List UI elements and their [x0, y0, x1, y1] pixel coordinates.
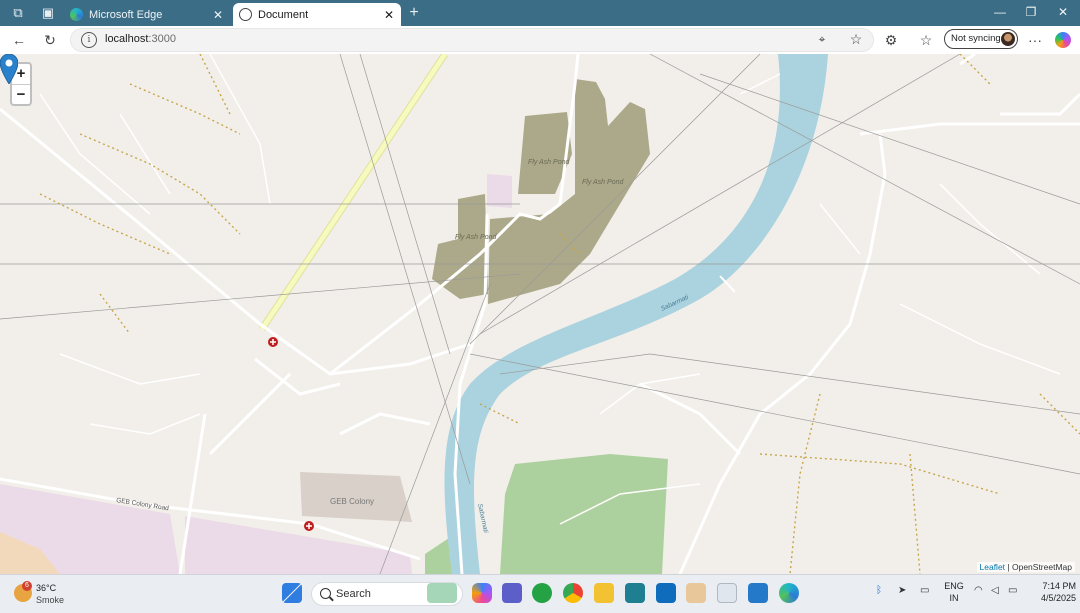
widget-image-icon[interactable] [427, 583, 457, 603]
teams-icon[interactable] [502, 583, 522, 603]
tab-title: Microsoft Edge [89, 8, 163, 21]
windows-taskbar: 6 36°C Smoke Search ᛒ ➤ ▭ ENG IN ◠ ◁ ▭ 7… [0, 574, 1080, 613]
weather-condition: Smoke [36, 595, 65, 605]
bluetooth-icon[interactable]: ᛒ [876, 585, 882, 596]
area-label: GEB Colony [330, 497, 374, 506]
refresh-icon[interactable]: ↻ [41, 31, 59, 49]
start-icon[interactable] [282, 583, 302, 603]
search-label: Search [336, 588, 371, 600]
extensions-icon[interactable]: ⚙ [882, 31, 900, 49]
search-icon [320, 588, 331, 599]
zoom-out-button[interactable]: − [12, 85, 30, 105]
sync-label: Not syncing [951, 33, 1001, 44]
copilot-taskbar-icon[interactable] [472, 583, 492, 603]
tab-title: Document [258, 8, 309, 21]
location-icon[interactable]: ⌖ [813, 30, 831, 48]
map-marker-icon[interactable] [0, 54, 18, 84]
edge-taskbar-icon[interactable] [779, 583, 799, 603]
volume-icon[interactable]: ◁ [991, 585, 999, 596]
map-tiles[interactable]: Fly Ash Pond Fly Ash Pond Fly Ash Pond S… [0, 54, 1080, 574]
map-attribution: Leaflet | OpenStreetMap [976, 562, 1075, 572]
fly-ash-pond [488, 79, 650, 304]
url-text[interactable]: localhost:3000 [105, 33, 176, 45]
fly-ash-pond [432, 194, 488, 299]
forest-area [500, 454, 668, 574]
close-window-icon[interactable]: ✕ [1053, 5, 1073, 19]
whatsapp-icon[interactable] [532, 583, 552, 603]
hospital-icon [304, 521, 314, 531]
outlook-icon[interactable] [656, 583, 676, 603]
favorites-icon[interactable]: ☆ [917, 31, 935, 49]
app-icon[interactable] [625, 583, 645, 603]
language-code: ENG [944, 581, 964, 591]
file-explorer-icon[interactable] [594, 583, 614, 603]
copilot-icon[interactable] [1055, 32, 1071, 48]
edge-icon [70, 8, 83, 21]
address-bar[interactable]: i localhost:3000 ⌖ ☆ [70, 28, 874, 52]
date: 4/5/2025 [1040, 593, 1076, 603]
new-tab-icon[interactable]: + [405, 4, 423, 22]
osm-link[interactable]: OpenStreetMap [1012, 562, 1072, 572]
pond-label: Fly Ash Pond [582, 179, 624, 186]
clock[interactable]: 7:14 PM 4/5/2025 [1028, 580, 1076, 604]
time: 7:14 PM [1042, 581, 1076, 591]
notes-icon[interactable] [717, 583, 737, 603]
favorite-star-icon[interactable]: ☆ [847, 30, 865, 48]
pond-label: Fly Ash Pond [528, 159, 570, 166]
hospital-icon [268, 337, 278, 347]
weather-alert-badge: 6 [22, 581, 32, 591]
chrome-icon[interactable] [563, 583, 583, 603]
tab-actions-icon[interactable]: ▣ [40, 5, 56, 21]
close-tab-icon[interactable]: ✕ [381, 8, 397, 22]
globe-icon [239, 8, 252, 21]
address-toolbar: ← ↻ i localhost:3000 ⌖ ☆ ⚙ ☆ Not syncing… [0, 26, 1080, 55]
media-player-icon[interactable] [686, 583, 706, 603]
leaflet-link[interactable]: Leaflet [980, 562, 1006, 572]
pond-label: Fly Ash Pond [455, 234, 497, 241]
site-info-icon[interactable]: i [81, 32, 97, 48]
network-tray-icon[interactable]: ▭ [920, 585, 929, 596]
location-tray-icon[interactable]: ➤ [898, 585, 906, 596]
leaflet-map[interactable]: Fly Ash Pond Fly Ash Pond Fly Ash Pond S… [0, 54, 1080, 574]
tab-microsoft-edge[interactable]: Microsoft Edge ✕ [64, 3, 230, 26]
battery-icon[interactable]: ▭ [1008, 585, 1017, 596]
tab-document[interactable]: Document ✕ [233, 3, 401, 26]
close-tab-icon[interactable]: ✕ [210, 8, 226, 22]
wifi-icon[interactable]: ◠ [974, 585, 983, 596]
profile-sync-button[interactable]: Not syncing [944, 29, 1018, 49]
more-icon[interactable]: ··· [1026, 31, 1044, 49]
workspaces-icon[interactable]: ⧉ [10, 5, 26, 21]
river-label: Sabarmati [476, 503, 489, 534]
temperature: 36°C [36, 583, 57, 593]
weather-widget[interactable]: 6 36°C Smoke [14, 581, 74, 607]
back-icon[interactable]: ← [10, 31, 28, 49]
region-code: IN [949, 593, 959, 603]
screen: ⧉ ▣ Microsoft Edge ✕ Document ✕ + — ❐ ✕ … [0, 0, 1080, 613]
restore-icon[interactable]: ❐ [1021, 5, 1041, 19]
vscode-icon[interactable] [748, 583, 768, 603]
minimize-icon[interactable]: — [990, 5, 1010, 19]
avatar [1001, 32, 1015, 46]
industrial-plot [487, 174, 512, 208]
attribution-separator: | [1005, 562, 1012, 572]
tab-strip: ⧉ ▣ Microsoft Edge ✕ Document ✕ + — ❐ ✕ [0, 0, 1080, 26]
language-indicator[interactable]: ENG IN [944, 580, 964, 604]
